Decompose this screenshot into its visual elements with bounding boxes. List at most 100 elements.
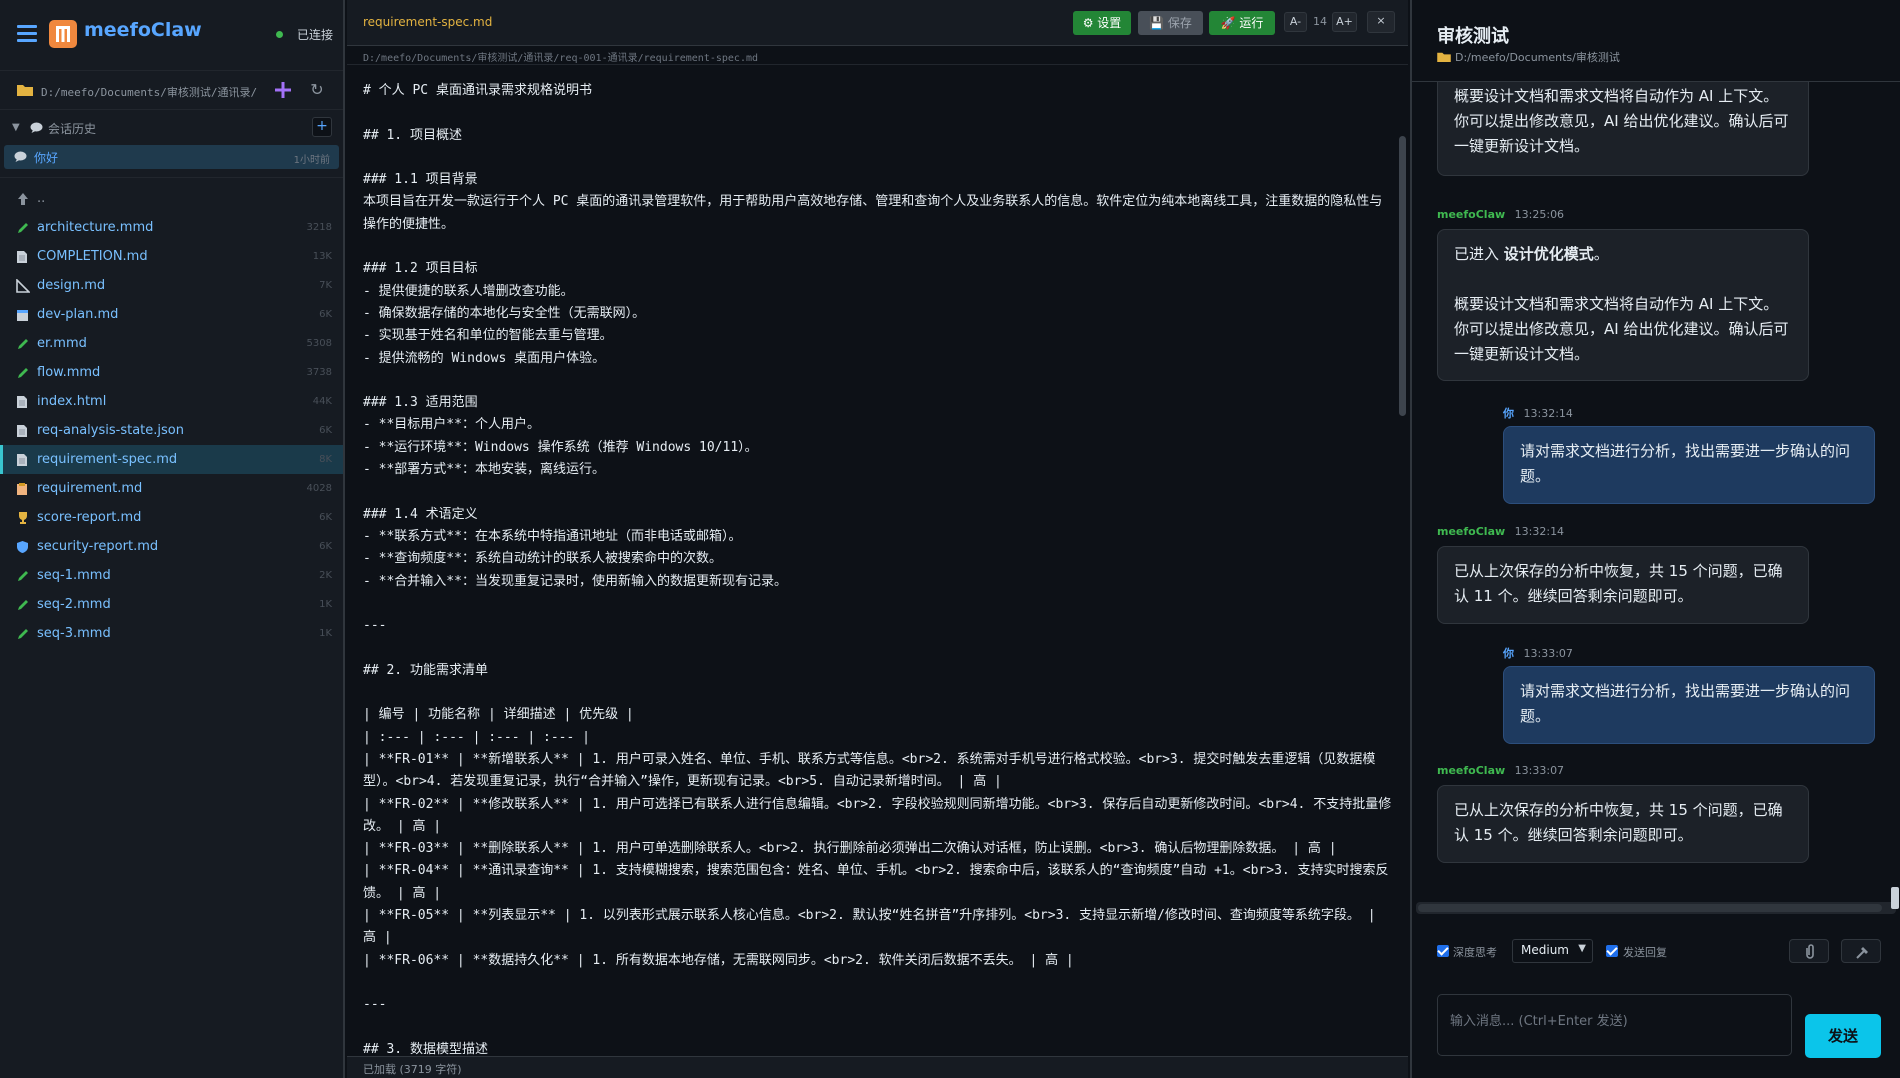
folder-icon <box>1437 51 1451 62</box>
file-name: seq-2.mmd <box>37 597 111 612</box>
editor-line: --- <box>363 618 387 634</box>
chat-horizontal-scrollbar[interactable] <box>1416 902 1896 914</box>
close-editor-button[interactable]: × <box>1367 11 1395 33</box>
pencil-icon <box>16 569 30 583</box>
chevron-down-icon: ▼ <box>1578 943 1586 954</box>
run-button-label: 运行 <box>1239 16 1264 30</box>
file-item[interactable]: design.md 7K <box>0 271 343 300</box>
collapse-caret-icon[interactable]: ▼ <box>12 122 20 133</box>
ruler-icon <box>16 279 30 293</box>
clipboard-icon <box>16 482 28 496</box>
file-item[interactable]: index.html 44K <box>0 387 343 416</box>
document-icon <box>16 453 28 467</box>
new-file-button[interactable] <box>272 79 294 101</box>
message-meta: meefoClaw 13:33:07 <box>1437 764 1564 777</box>
file-item[interactable]: requirement-spec.md 8K <box>0 445 343 474</box>
editor-line: | **FR-03** | **删除联系人** | 1. 用户可单选删除联系人。… <box>363 841 1337 857</box>
chat-bubble-icon <box>30 122 43 133</box>
chat-vertical-scrollbar-thumb[interactable] <box>1891 887 1899 909</box>
chat-header: 审核测试 D:/meefo/Documents/审核测试 <box>1412 0 1900 82</box>
message-meta: meefoClaw 13:25:06 <box>1437 208 1564 221</box>
file-size: 7K <box>319 280 332 291</box>
message-text: 请对需求文档进行分析，找出需要进一步确认的问题。 <box>1520 442 1851 485</box>
editor-scrollbar[interactable] <box>1398 66 1408 1056</box>
editor-line: - **合并输入**：当发现重复记录时，使用新输入的数据更新现有记录。 <box>363 573 787 589</box>
effort-select[interactable]: Medium ▼ <box>1512 939 1593 963</box>
parent-directory-item[interactable]: .. <box>0 184 343 213</box>
current-path[interactable]: D:/meefo/Documents/审核测试/通讯录/r... <box>41 84 257 100</box>
editor-scrollbar-thumb[interactable] <box>1399 136 1406 416</box>
file-item[interactable]: score-report.md 6K <box>0 503 343 532</box>
file-size: 44K <box>312 396 332 407</box>
file-item[interactable]: security-report.md 6K <box>0 532 343 561</box>
deep-think-checkbox[interactable] <box>1437 945 1449 957</box>
deep-think-label: 深度思考 <box>1453 946 1497 959</box>
folder-icon <box>17 83 33 96</box>
file-item[interactable]: architecture.mmd 3218 <box>0 213 343 242</box>
font-increase-button[interactable]: A+ <box>1332 12 1357 32</box>
session-item[interactable]: 你好 1小时前 <box>4 145 339 169</box>
attach-button[interactable] <box>1789 939 1829 963</box>
editor-line: --- <box>363 997 387 1013</box>
editor-line: ## 2. 功能需求清单 <box>363 662 488 678</box>
file-name: design.md <box>37 278 106 293</box>
message-input[interactable]: 输入消息... (Ctrl+Enter 发送) <box>1437 994 1792 1056</box>
file-size: 6K <box>319 512 332 523</box>
file-size: 8K <box>319 454 332 465</box>
paperclip-icon <box>1806 944 1814 959</box>
session-label: 你好 <box>34 151 59 165</box>
file-item[interactable]: er.mmd 5308 <box>0 329 343 358</box>
file-size: 2K <box>319 570 332 581</box>
file-name: seq-1.mmd <box>37 568 111 583</box>
save-button[interactable]: 💾 保存 <box>1138 11 1203 35</box>
hammer-icon <box>1856 947 1868 959</box>
file-item[interactable]: dev-plan.md 6K <box>0 300 343 329</box>
session-history-header[interactable]: ▼ 会话历史 + <box>0 113 343 143</box>
file-item[interactable]: seq-2.mmd 1K <box>0 590 343 619</box>
file-item[interactable]: flow.mmd 3738 <box>0 358 343 387</box>
send-reply-label: 发送回复 <box>1623 946 1667 959</box>
connection-status-dot <box>276 31 283 38</box>
chat-message-list: 概要设计文档和需求文档将自动作为 AI 上下文。你可以提出修改意见，AI 给出优… <box>1412 82 1900 902</box>
file-item[interactable]: req-analysis-state.json 6K <box>0 416 343 445</box>
file-item[interactable]: COMPLETION.md 13K <box>0 242 343 271</box>
file-size: 6K <box>319 309 332 320</box>
editor-text-area[interactable]: # 个人 PC 桌面通讯录需求规格说明书 ## 1. 项目概述 ### 1.1 项目… <box>363 80 1393 1061</box>
message-time: 13:32:14 <box>1514 525 1565 538</box>
message-text: 请对需求文档进行分析，找出需要进一步确认的问题。 <box>1520 682 1851 725</box>
file-size: 6K <box>319 541 332 552</box>
file-name: req-analysis-state.json <box>37 423 184 438</box>
pencil-icon <box>16 627 30 641</box>
file-item[interactable]: seq-1.mmd 2K <box>0 561 343 590</box>
tools-button[interactable] <box>1841 939 1881 963</box>
settings-button[interactable]: ⚙ 设置 <box>1073 11 1131 35</box>
connection-status: 已连接 <box>297 28 334 42</box>
chat-project-path: D:/meefo/Documents/审核测试 <box>1455 51 1620 64</box>
run-button[interactable]: 🚀 运行 <box>1209 11 1275 35</box>
refresh-icon[interactable]: ↻ <box>307 80 327 100</box>
editor-line: - **运行环境**：Windows 操作系统（推荐 Windows 10/11… <box>363 439 758 455</box>
assistant-message-bubble: 已进入 设计优化模式。 概要设计文档和需求文档将自动作为 AI 上下文。你可以提… <box>1437 229 1809 381</box>
assistant-message-bubble: 已从上次保存的分析中恢复，共 15 个问题，已确认 15 个。继续回答剩余问题即… <box>1437 785 1809 863</box>
file-name: index.html <box>37 394 107 409</box>
file-size: 3218 <box>306 222 332 233</box>
chat-scrollbar-thumb[interactable] <box>1418 904 1882 912</box>
send-reply-checkbox[interactable] <box>1606 945 1618 957</box>
menu-icon[interactable] <box>17 24 37 42</box>
file-name: security-report.md <box>37 539 159 554</box>
font-decrease-button[interactable]: A- <box>1284 12 1307 32</box>
new-session-button[interactable]: + <box>312 117 332 137</box>
message-text: 概要设计文档和需求文档将自动作为 AI 上下文。你可以提出修改意见，AI 给出优… <box>1454 295 1789 363</box>
file-item[interactable]: requirement.md 4028 <box>0 474 343 503</box>
file-item[interactable]: seq-3.mmd 1K <box>0 619 343 648</box>
user-message-bubble: 请对需求文档进行分析，找出需要进一步确认的问题。 <box>1503 426 1875 504</box>
current-directory-bar: D:/meefo/Documents/审核测试/通讯录/r... ↻ <box>0 70 343 110</box>
send-button[interactable]: 发送 <box>1805 1014 1881 1058</box>
file-size: 13K <box>312 251 332 262</box>
file-size: 6K <box>319 425 332 436</box>
